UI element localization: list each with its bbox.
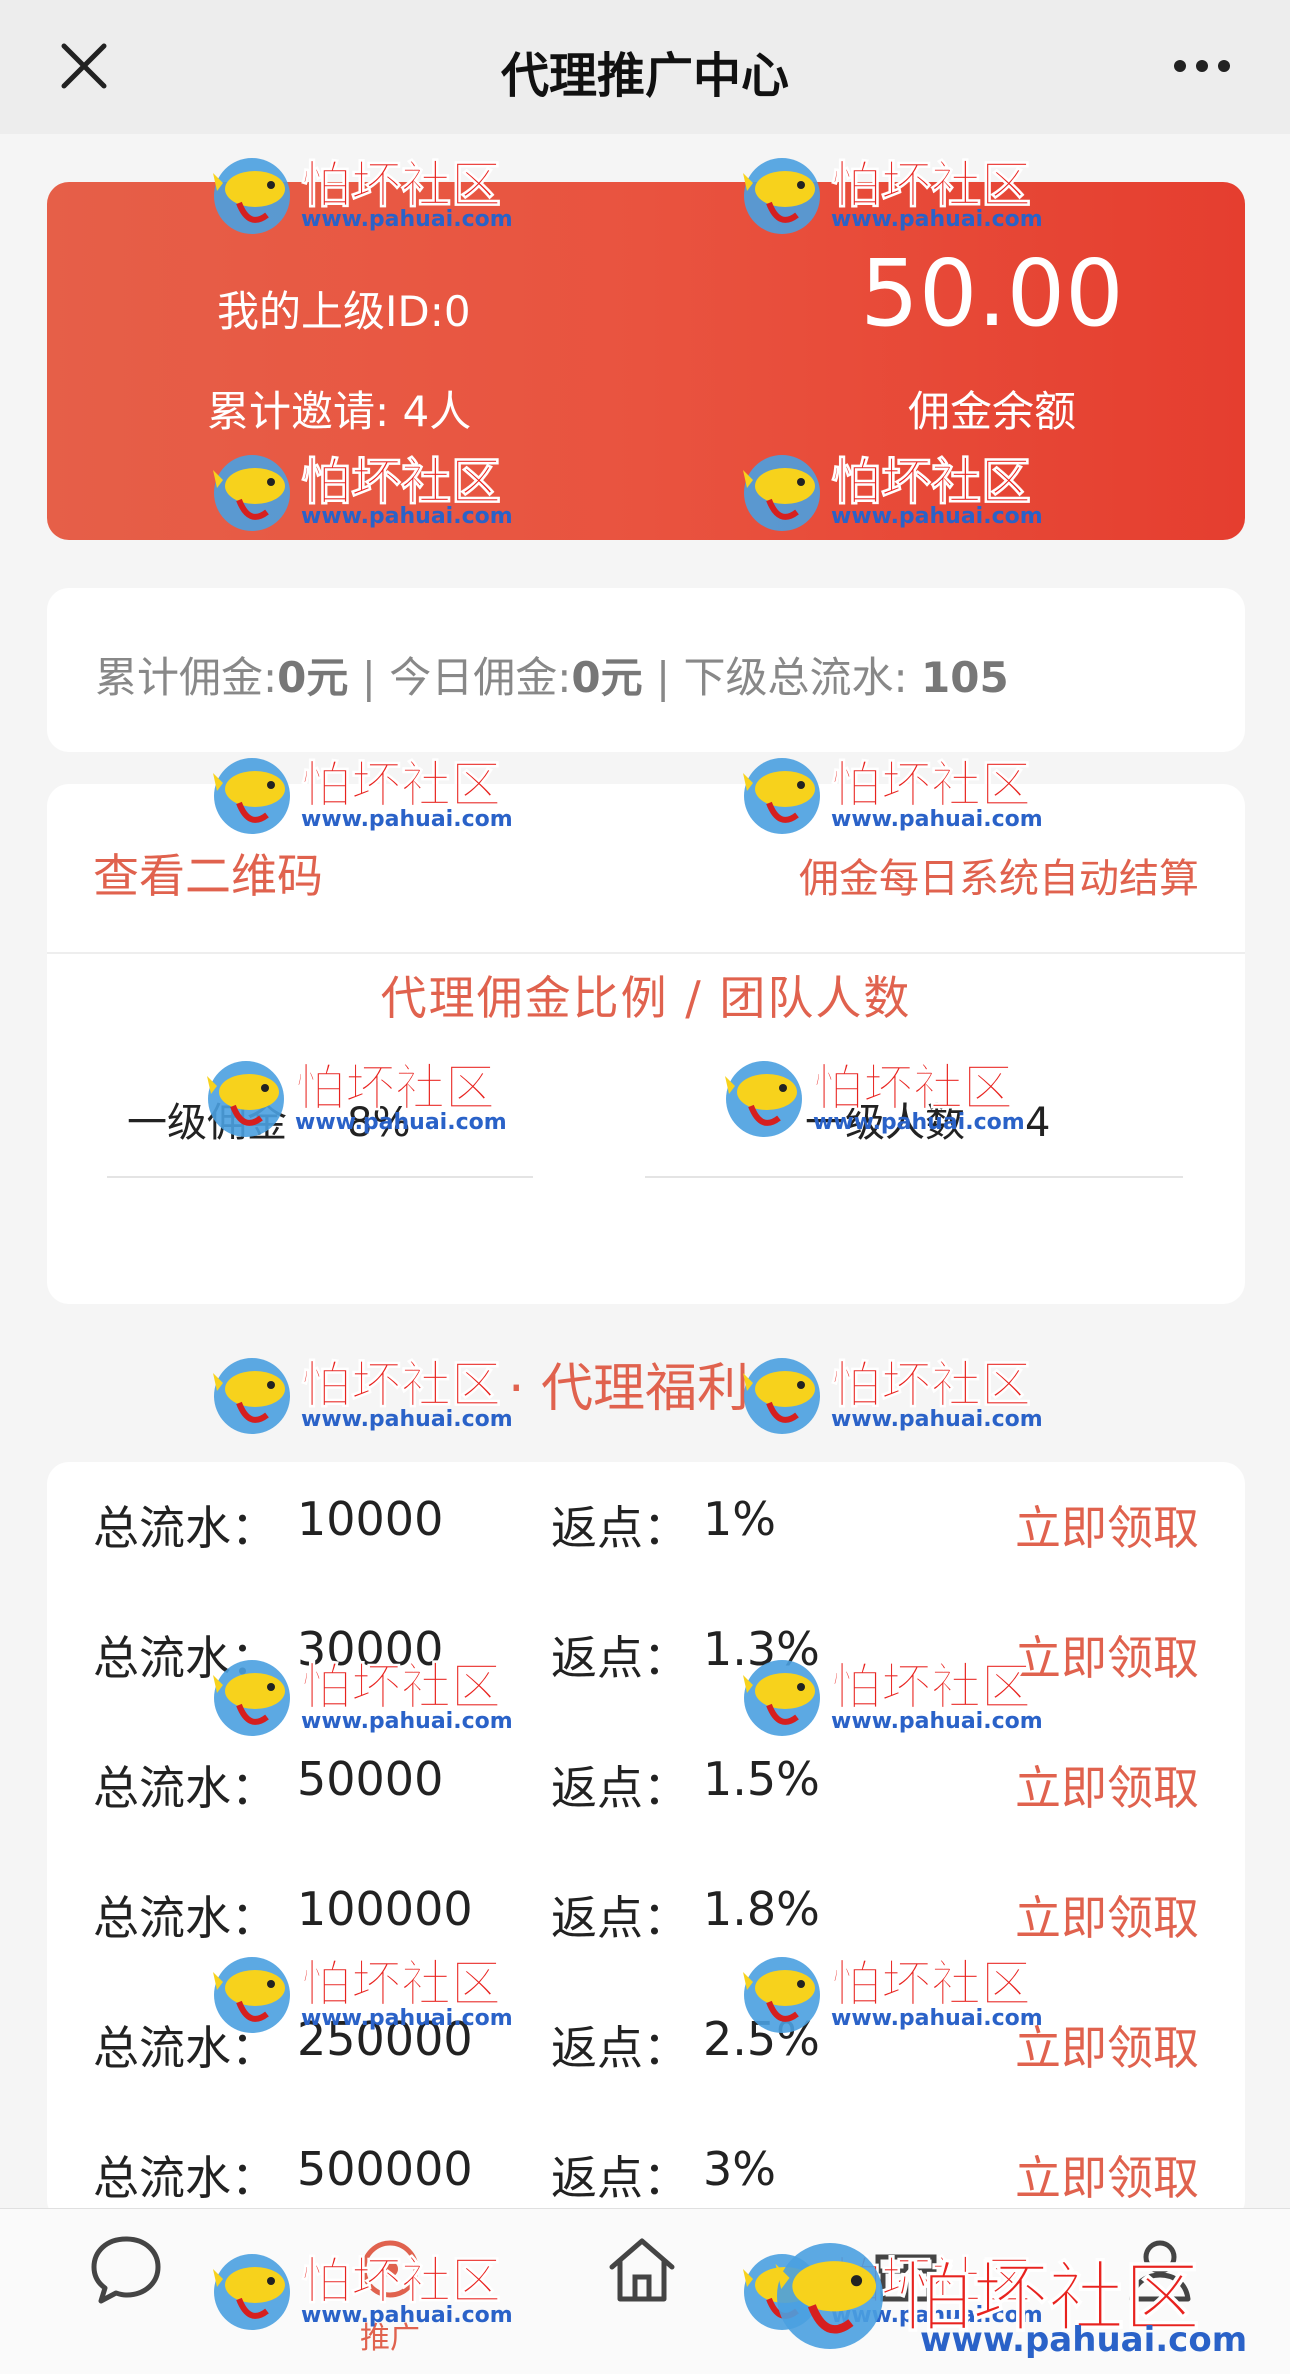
user-icon bbox=[1129, 2240, 1191, 2302]
rebate-rate-label: 返点： bbox=[551, 1891, 689, 1945]
rebate-rate-value: 2.5% bbox=[703, 2012, 820, 2066]
divider bbox=[47, 952, 1245, 954]
gift-icon bbox=[875, 2254, 937, 2302]
welfare-heading: · 代理福利 · bbox=[507, 1359, 783, 1419]
claim-button[interactable]: 立即领取 bbox=[1015, 1622, 1199, 1688]
chat-bubble-icon bbox=[91, 2236, 161, 2304]
parent-id-text: 我的上级ID:0 bbox=[217, 287, 471, 336]
rebate-row: 总流水： 10000 返点： 1% 立即领取 bbox=[47, 1462, 1245, 1592]
today-commission-value: 0元 bbox=[571, 653, 643, 702]
flow-value: 10000 bbox=[297, 1492, 444, 1546]
rebate-list: 总流水： 10000 返点： 1% 立即领取 总流水： 30000 返点： 1.3% 立即领取 总流… bbox=[47, 1462, 1245, 2222]
claim-button[interactable]: 立即领取 bbox=[1015, 1882, 1199, 1948]
flow-value: 250000 bbox=[297, 2012, 473, 2066]
sub-flow-label: 下级总流水: bbox=[683, 653, 908, 702]
rebate-rate-value: 3% bbox=[703, 2142, 776, 2196]
claim-button[interactable]: 立即领取 bbox=[1015, 2142, 1199, 2208]
divider bbox=[645, 1176, 1183, 1178]
balance-card: 我的上级ID:0 累计邀请: 4人 50.00 佣金余额 bbox=[47, 182, 1245, 540]
view-qrcode-link[interactable]: 查看二维码 bbox=[93, 840, 323, 906]
rebate-rate-label: 返点： bbox=[551, 1631, 689, 1685]
rebate-rate-value: 1.5% bbox=[703, 1752, 820, 1806]
today-commission-label: 今日佣金: bbox=[389, 653, 572, 702]
flow-label: 总流水： bbox=[93, 2151, 277, 2205]
claim-button[interactable]: 立即领取 bbox=[1015, 2012, 1199, 2078]
tab-profile[interactable] bbox=[1100, 2229, 1220, 2359]
flow-label: 总流水： bbox=[93, 1631, 277, 1685]
tab-promo-label: 推广 bbox=[360, 2321, 420, 2356]
rate-section-title: 代理佣金比例 / 团队人数 bbox=[380, 971, 912, 1025]
commission-balance-label: 佣金余额 bbox=[907, 387, 1076, 436]
commission-balance-amount: 50.00 bbox=[860, 240, 1124, 347]
stats-card: 累计佣金:0元 | 今日佣金:0元 | 下级总流水: 105 bbox=[47, 588, 1245, 752]
promo-icon bbox=[361, 2240, 419, 2298]
claim-button[interactable]: 立即领取 bbox=[1015, 1492, 1199, 1558]
invited-count-text: 累计邀请: 4人 bbox=[207, 387, 472, 436]
tab-home[interactable] bbox=[582, 2229, 702, 2359]
rebate-row: 总流水： 250000 返点： 2.5% 立即领取 bbox=[47, 1982, 1245, 2112]
level1-count-label: 一级人数 bbox=[805, 1100, 965, 1146]
flow-label: 总流水： bbox=[93, 2021, 277, 2075]
rebate-rate-value: 1% bbox=[703, 1492, 776, 1546]
level1-rate: 一级佣金 8% bbox=[127, 1090, 410, 1148]
auto-settle-note: 佣金每日系统自动结算 bbox=[799, 856, 1199, 902]
page: 代理推广中心 我的上级ID:0 累计邀请: 4人 50.00 佣金余额 累计佣金… bbox=[0, 0, 1290, 2374]
tab-gift[interactable] bbox=[846, 2229, 966, 2359]
total-commission-label: 累计佣金: bbox=[95, 653, 278, 702]
page-title: 代理推广中心 bbox=[500, 48, 789, 104]
top-bar: 代理推广中心 bbox=[0, 0, 1290, 134]
level1-count: 一级人数 4 bbox=[805, 1090, 1050, 1148]
level1-rate-value: 8% bbox=[347, 1100, 411, 1146]
rebate-rate-label: 返点： bbox=[551, 2151, 689, 2205]
rebate-rate-label: 返点： bbox=[551, 1761, 689, 1815]
rebate-row: 总流水： 100000 返点： 1.8% 立即领取 bbox=[47, 1852, 1245, 1982]
flow-label: 总流水： bbox=[93, 1501, 277, 1555]
rebate-rate-value: 1.3% bbox=[703, 1622, 820, 1676]
total-commission-value: 0元 bbox=[277, 653, 349, 702]
bottom-tab-bar: 推广 bbox=[0, 2208, 1290, 2374]
flow-label: 总流水： bbox=[93, 1891, 277, 1945]
divider bbox=[107, 1176, 533, 1178]
rebate-row: 总流水： 30000 返点： 1.3% 立即领取 bbox=[47, 1592, 1245, 1722]
level1-rate-label: 一级佣金 bbox=[127, 1100, 287, 1146]
flow-label: 总流水： bbox=[93, 1761, 277, 1815]
level1-count-value: 4 bbox=[1025, 1100, 1051, 1146]
claim-button[interactable]: 立即领取 bbox=[1015, 1752, 1199, 1818]
more-options-icon[interactable] bbox=[1172, 58, 1232, 74]
flow-value: 30000 bbox=[297, 1622, 444, 1676]
stats-separator: | bbox=[642, 653, 684, 702]
flow-value: 100000 bbox=[297, 1882, 473, 1936]
flow-value: 500000 bbox=[297, 2142, 473, 2196]
tab-chat[interactable] bbox=[66, 2229, 186, 2359]
flow-value: 50000 bbox=[297, 1752, 444, 1806]
home-icon bbox=[609, 2238, 675, 2302]
rebate-row: 总流水： 50000 返点： 1.5% 立即领取 bbox=[47, 1722, 1245, 1852]
sub-flow-value: 105 bbox=[921, 653, 1009, 702]
rebate-rate-value: 1.8% bbox=[703, 1882, 820, 1936]
rebate-row: 总流水： 500000 返点： 3% 立即领取 bbox=[47, 2112, 1245, 2222]
rebate-rate-label: 返点： bbox=[551, 2021, 689, 2075]
tab-promo[interactable]: 推广 bbox=[330, 2229, 450, 2359]
stats-separator: | bbox=[348, 653, 390, 702]
commission-rate-card: 查看二维码 佣金每日系统自动结算 代理佣金比例 / 团队人数 一级佣金 8% 一级… bbox=[47, 784, 1245, 1304]
rebate-rate-label: 返点： bbox=[551, 1501, 689, 1555]
stats-line: 累计佣金:0元 | 今日佣金:0元 | 下级总流水: 105 bbox=[95, 644, 1009, 705]
